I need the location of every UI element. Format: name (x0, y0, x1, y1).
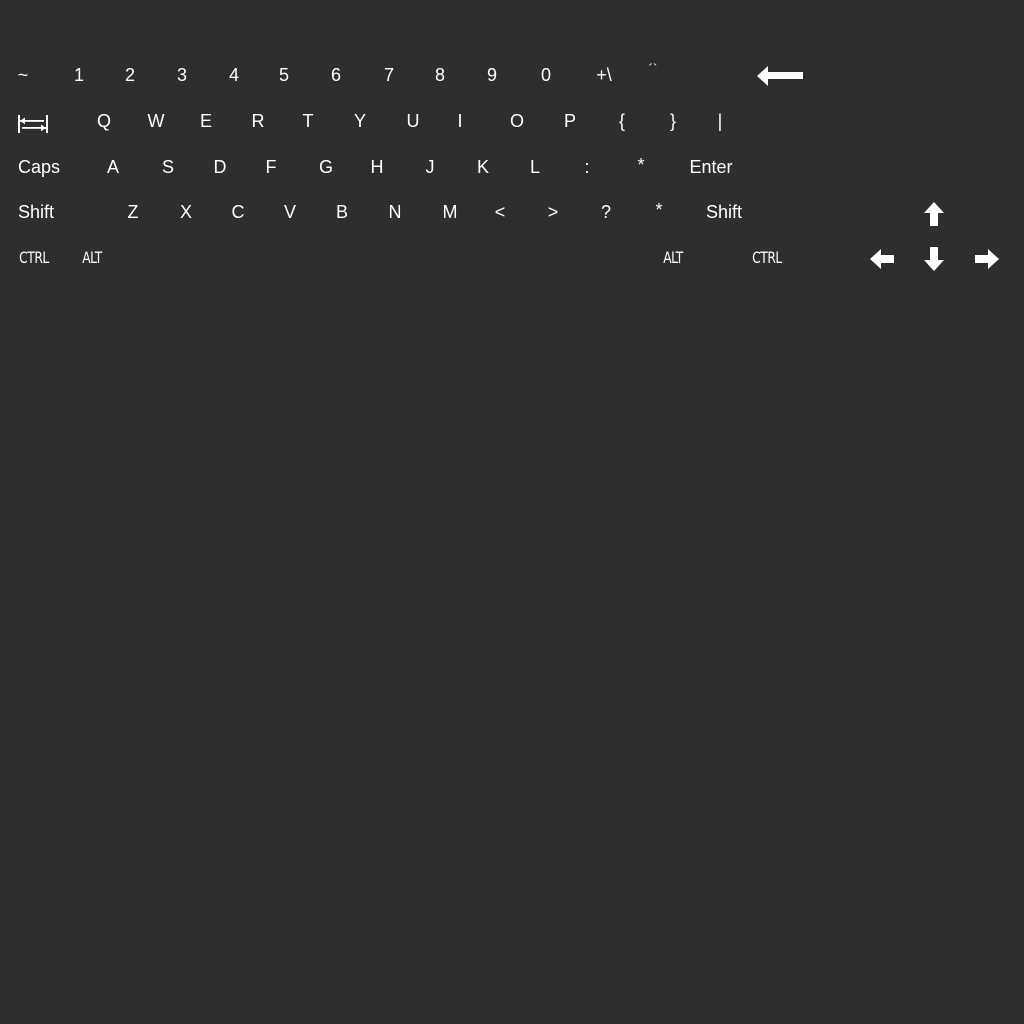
key-8[interactable]: 8 (427, 62, 453, 88)
key-question-mark[interactable]: ? (593, 199, 619, 225)
key-n[interactable]: N (382, 199, 408, 225)
key-e[interactable]: E (193, 108, 219, 134)
arrow-up-key[interactable] (920, 200, 948, 228)
enter-key[interactable]: Enter (683, 154, 739, 180)
shift-left-key[interactable]: Shift (12, 199, 60, 225)
backspace-key[interactable] (752, 62, 808, 90)
arrow-up-icon (924, 202, 944, 226)
key-5[interactable]: 5 (271, 62, 297, 88)
key-left-brace[interactable]: { (609, 108, 635, 134)
key-4[interactable]: 4 (221, 62, 247, 88)
key-h[interactable]: H (364, 154, 390, 180)
key-b[interactable]: B (329, 199, 355, 225)
key-k[interactable]: K (470, 154, 496, 180)
on-screen-keyboard: ~ 1 2 3 4 5 6 7 8 9 0 +\ ´` Q W E R T Y … (0, 0, 1024, 300)
key-p[interactable]: P (557, 108, 583, 134)
backspace-arrow-icon (757, 66, 803, 86)
key-v[interactable]: V (277, 199, 303, 225)
key-f[interactable]: F (258, 154, 284, 180)
key-q[interactable]: Q (91, 108, 117, 134)
arrow-down-key[interactable] (920, 245, 948, 273)
key-3[interactable]: 3 (169, 62, 195, 88)
key-right-brace[interactable]: } (660, 108, 686, 134)
key-a[interactable]: A (100, 154, 126, 180)
key-w[interactable]: W (143, 108, 169, 134)
key-accents[interactable]: ´` (640, 62, 666, 82)
arrow-left-icon (870, 249, 894, 269)
key-7[interactable]: 7 (376, 62, 402, 88)
key-d[interactable]: D (207, 154, 233, 180)
key-9[interactable]: 9 (479, 62, 505, 88)
tab-icon (17, 113, 49, 135)
key-6[interactable]: 6 (323, 62, 349, 88)
key-u[interactable]: U (400, 108, 426, 134)
key-z[interactable]: Z (120, 199, 146, 225)
key-less-than[interactable]: < (487, 199, 513, 225)
key-x[interactable]: X (173, 199, 199, 225)
key-o[interactable]: O (504, 108, 530, 134)
alt-left-key[interactable]: ALT (77, 245, 108, 271)
key-0[interactable]: 0 (533, 62, 559, 88)
arrow-down-icon (924, 247, 944, 271)
key-plus-backslash[interactable]: +\ (588, 62, 620, 88)
key-l[interactable]: L (522, 154, 548, 180)
ctrl-left-key[interactable]: CTRL (14, 245, 55, 271)
key-y[interactable]: Y (347, 108, 373, 134)
key-c[interactable]: C (225, 199, 251, 225)
key-j[interactable]: J (417, 154, 443, 180)
key-g[interactable]: G (313, 154, 339, 180)
arrow-left-key[interactable] (868, 245, 896, 273)
key-i[interactable]: I (447, 108, 473, 134)
key-2[interactable]: 2 (117, 62, 143, 88)
key-t[interactable]: T (295, 108, 321, 134)
key-greater-than[interactable]: > (540, 199, 566, 225)
key-s[interactable]: S (155, 154, 181, 180)
key-tilde[interactable]: ~ (10, 62, 36, 88)
alt-right-key[interactable]: ALT (658, 245, 689, 271)
arrow-right-icon (975, 249, 999, 269)
key-asterisk[interactable]: * (628, 152, 654, 178)
key-r[interactable]: R (245, 108, 271, 134)
key-colon[interactable]: : (574, 154, 600, 180)
key-pipe[interactable]: | (707, 108, 733, 134)
caps-lock-key[interactable]: Caps (12, 154, 66, 180)
arrow-right-key[interactable] (973, 245, 1001, 273)
key-asterisk-2[interactable]: * (646, 197, 672, 223)
tab-key[interactable] (14, 110, 52, 138)
key-m[interactable]: M (437, 199, 463, 225)
key-1[interactable]: 1 (66, 62, 92, 88)
ctrl-right-key[interactable]: CTRL (747, 245, 788, 271)
shift-right-key[interactable]: Shift (700, 199, 748, 225)
